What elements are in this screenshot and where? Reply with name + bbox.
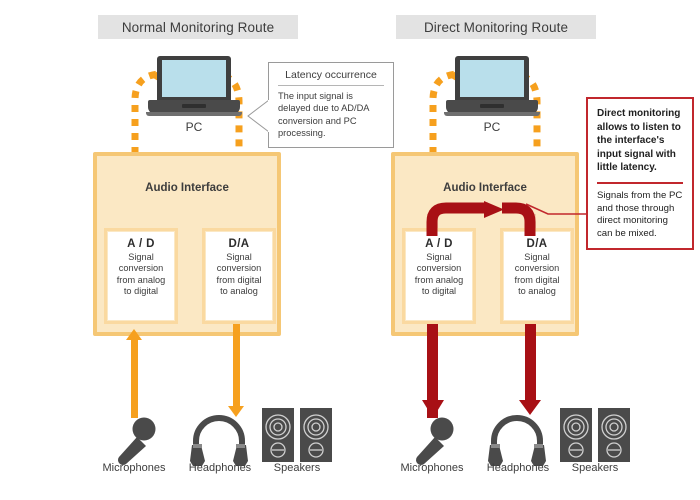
laptop-screen bbox=[162, 60, 226, 97]
pc-label-left: PC bbox=[185, 120, 203, 134]
converter-ad-left: A / D Signal conversion from analog to d… bbox=[108, 232, 174, 320]
arrowhead-mic-to-ad-left bbox=[126, 329, 142, 340]
converter-ad-title-left: A / D bbox=[127, 238, 155, 250]
device-label-speakers-right: Speakers bbox=[571, 462, 619, 474]
laptop-touchpad bbox=[182, 104, 206, 108]
microphone-icon-left bbox=[106, 412, 162, 468]
callout-divider bbox=[597, 181, 683, 184]
panel-title-direct: Direct Monitoring Route bbox=[396, 15, 596, 39]
callout-latency-body: The input signal is delayed due to AD/DA… bbox=[278, 91, 369, 139]
converter-ad-desc-right: Signal conversion from analog to digital bbox=[414, 252, 464, 297]
audio-interface-label-right: Audio Interface bbox=[443, 182, 527, 194]
laptop-lid bbox=[157, 56, 231, 100]
panel-title-normal: Normal Monitoring Route bbox=[98, 15, 298, 39]
arrowhead-out-down-right bbox=[519, 400, 541, 415]
device-label-speakers-left: Speakers bbox=[273, 462, 321, 474]
headphones-icon-right bbox=[486, 414, 548, 466]
signal-line-da-to-out-left bbox=[233, 324, 240, 408]
pc-label-right: PC bbox=[483, 120, 501, 134]
signal-line-interface-to-out-right bbox=[525, 324, 536, 402]
callout-latency-title: Latency occurrence bbox=[278, 69, 384, 86]
device-label-headphones-left: Headphones bbox=[188, 462, 252, 474]
converter-da-left: D/A Signal conversion from digital to an… bbox=[206, 232, 272, 320]
laptop-base-lip bbox=[444, 112, 540, 116]
callout-direct-top-text: Direct monitoring allows to listen to th… bbox=[597, 108, 681, 174]
converter-da-desc-left: Signal conversion from digital to analog bbox=[216, 252, 262, 297]
signal-line-mic-to-ad-left bbox=[131, 340, 138, 418]
converter-da-desc-right: Signal conversion from digital to analog bbox=[514, 252, 560, 297]
callout-direct-leader bbox=[525, 203, 586, 215]
pc-laptop-right bbox=[444, 56, 540, 118]
device-label-headphones-right: Headphones bbox=[486, 462, 550, 474]
converter-ad-right: A / D Signal conversion from analog to d… bbox=[406, 232, 472, 320]
device-label-microphones-right: Microphones bbox=[400, 462, 464, 474]
diagram-canvas: Normal Monitoring Route Direct Monitorin… bbox=[0, 0, 700, 500]
callout-latency-pointer bbox=[247, 99, 270, 133]
callout-direct-monitoring: Direct monitoring allows to listen to th… bbox=[586, 97, 694, 251]
speakers-icon-left bbox=[262, 408, 332, 462]
converter-da-right: D/A Signal conversion from digital to an… bbox=[504, 232, 570, 320]
laptop-screen bbox=[460, 60, 524, 97]
pc-laptop-left bbox=[146, 56, 242, 118]
laptop-touchpad bbox=[480, 104, 504, 108]
device-label-microphones-left: Microphones bbox=[102, 462, 166, 474]
laptop-lid bbox=[455, 56, 529, 100]
laptop-base-lip bbox=[146, 112, 242, 116]
audio-interface-label-left: Audio Interface bbox=[145, 182, 229, 194]
converter-da-title-left: D/A bbox=[228, 238, 250, 250]
converter-ad-desc-left: Signal conversion from analog to digital bbox=[116, 252, 166, 297]
callout-direct-bottom-text: Signals from the PC and those through di… bbox=[597, 189, 683, 239]
microphone-icon-right bbox=[404, 412, 460, 468]
speakers-icon-right bbox=[560, 408, 630, 462]
callout-latency: Latency occurrence The input signal is d… bbox=[268, 62, 394, 148]
headphones-icon-left bbox=[188, 414, 250, 466]
